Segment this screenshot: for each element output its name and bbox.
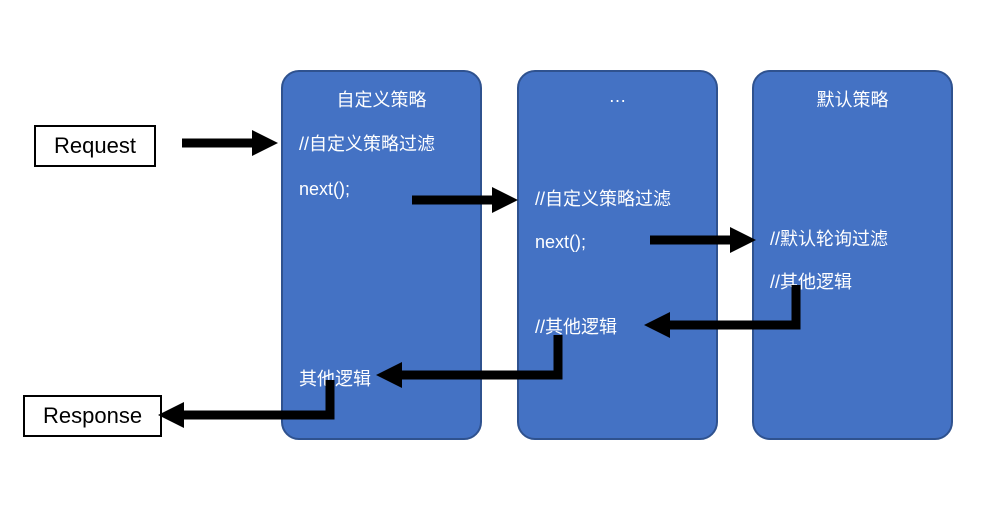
arrow-mid-to-default bbox=[648, 225, 758, 255]
arrow-custom-to-response bbox=[150, 375, 350, 445]
policy-default-title: 默认策略 bbox=[770, 86, 935, 112]
policy-mid-filter: //自定义策略过滤 bbox=[535, 187, 671, 212]
arrow-custom-to-mid bbox=[410, 185, 520, 215]
request-label: Request bbox=[34, 125, 156, 167]
response-label: Response bbox=[23, 395, 162, 437]
request-text: Request bbox=[54, 133, 136, 158]
arrow-request-to-custom bbox=[180, 128, 280, 158]
policy-mid-title: … bbox=[535, 86, 700, 107]
policy-default-poll: //默认轮询过滤 bbox=[770, 227, 888, 252]
response-text: Response bbox=[43, 403, 142, 428]
policy-mid-next: next(); bbox=[535, 230, 586, 255]
policy-box-default: 默认策略 //默认轮询过滤 //其他逻辑 bbox=[752, 70, 953, 440]
policy-custom-title: 自定义策略 bbox=[299, 86, 464, 112]
arrow-mid-to-custom bbox=[368, 330, 568, 410]
policy-custom-filter: //自定义策略过滤 bbox=[299, 132, 464, 157]
arrow-default-to-mid bbox=[636, 280, 806, 360]
